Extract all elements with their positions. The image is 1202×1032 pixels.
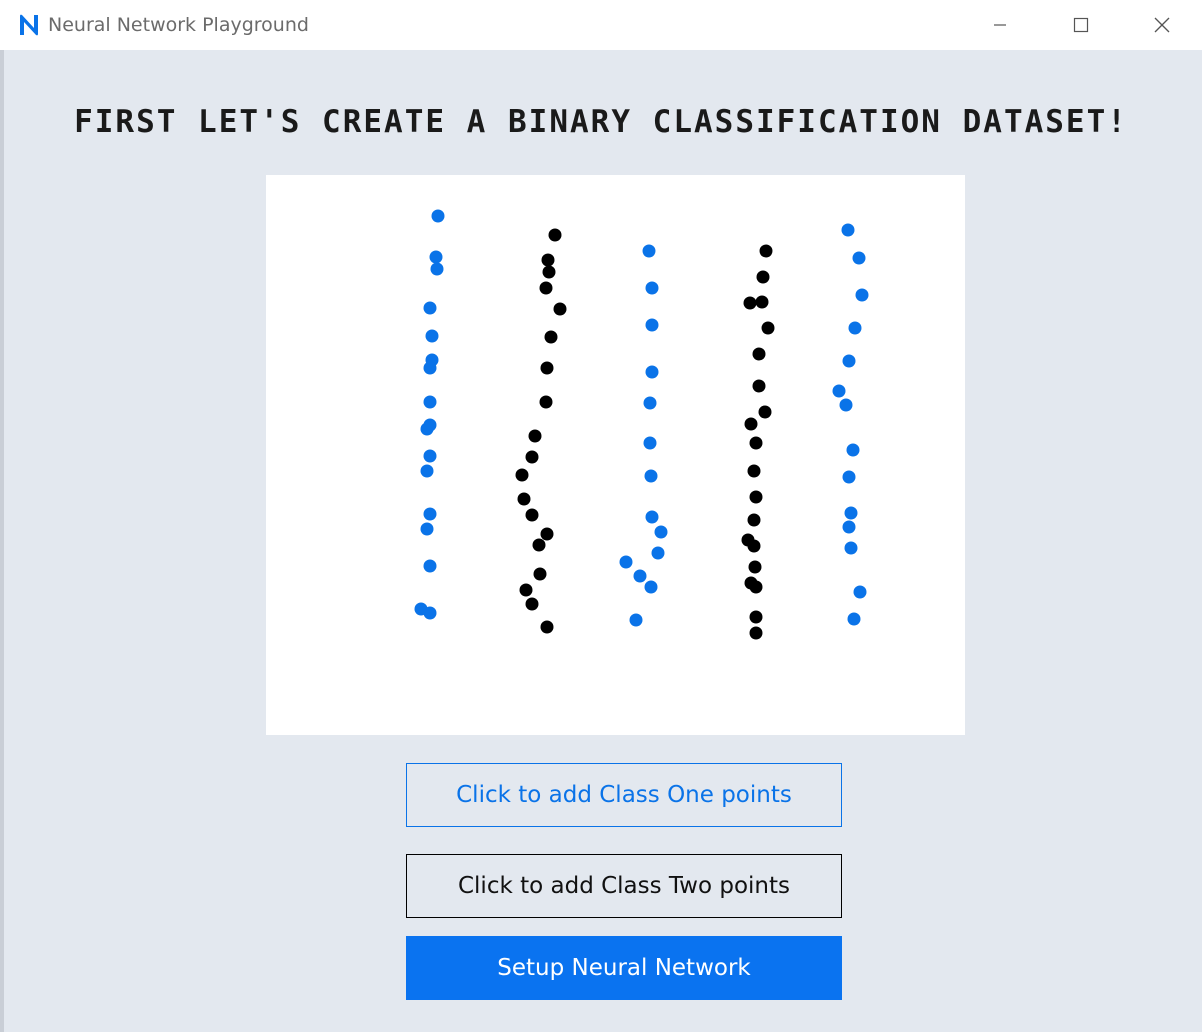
class-one-point <box>645 318 659 332</box>
class-two-point <box>752 379 766 393</box>
minimize-button[interactable] <box>960 0 1040 50</box>
class-one-point <box>431 209 445 223</box>
dataset-canvas[interactable] <box>266 175 965 735</box>
class-one-point <box>842 470 856 484</box>
class-two-point <box>541 253 555 267</box>
add-class-two-button[interactable]: Click to add Class Two points <box>406 854 842 918</box>
class-one-point <box>420 522 434 536</box>
class-one-point <box>842 520 856 534</box>
class-two-point <box>743 296 757 310</box>
class-one-point <box>642 244 656 258</box>
close-icon <box>1154 17 1170 33</box>
class-two-point <box>533 567 547 581</box>
class-one-point <box>423 507 437 521</box>
maximize-icon <box>1073 17 1089 33</box>
class-two-point <box>752 347 766 361</box>
class-two-point <box>542 265 556 279</box>
class-one-point <box>654 525 668 539</box>
add-class-one-button[interactable]: Click to add Class One points <box>406 763 842 827</box>
class-one-point <box>644 469 658 483</box>
setup-neural-network-button[interactable]: Setup Neural Network <box>406 936 842 1000</box>
title-bar[interactable]: Neural Network Playground <box>0 0 1202 50</box>
class-two-point <box>755 295 769 309</box>
class-two-point <box>747 513 761 527</box>
class-two-point <box>759 244 773 258</box>
class-two-point <box>749 580 763 594</box>
class-two-point <box>553 302 567 316</box>
class-one-point <box>855 288 869 302</box>
class-one-point <box>643 396 657 410</box>
class-one-point <box>423 301 437 315</box>
class-one-point <box>423 559 437 573</box>
class-two-point <box>548 228 562 242</box>
class-two-point <box>747 539 761 553</box>
class-one-point <box>619 555 633 569</box>
minimize-icon <box>993 18 1007 32</box>
class-two-point <box>540 527 554 541</box>
class-two-point <box>761 321 775 335</box>
class-one-point <box>425 329 439 343</box>
window-title: Neural Network Playground <box>48 14 309 36</box>
class-one-point <box>633 569 647 583</box>
class-one-point <box>841 223 855 237</box>
class-one-point <box>839 398 853 412</box>
class-one-point <box>629 613 643 627</box>
class-one-point <box>645 281 659 295</box>
class-one-point <box>420 464 434 478</box>
class-two-point <box>539 395 553 409</box>
class-two-point <box>539 281 553 295</box>
class-two-point <box>528 429 542 443</box>
class-one-point <box>852 251 866 265</box>
class-two-point <box>749 490 763 504</box>
class-one-point <box>644 580 658 594</box>
class-two-point <box>758 405 772 419</box>
page-heading: FIRST LET'S CREATE A BINARY CLASSIFICATI… <box>74 104 1128 140</box>
maximize-button[interactable] <box>1041 0 1121 50</box>
class-two-point <box>532 538 546 552</box>
class-two-point <box>540 361 554 375</box>
class-two-point <box>517 492 531 506</box>
class-one-point <box>430 262 444 276</box>
class-one-point <box>420 422 434 436</box>
class-two-point <box>749 626 763 640</box>
class-one-point <box>651 546 665 560</box>
class-one-point <box>423 606 437 620</box>
class-two-point <box>748 560 762 574</box>
class-one-point <box>847 612 861 626</box>
class-one-point <box>844 541 858 555</box>
class-two-point <box>519 583 533 597</box>
class-one-point <box>844 506 858 520</box>
class-two-point <box>747 464 761 478</box>
class-two-point <box>525 508 539 522</box>
class-one-point <box>423 361 437 375</box>
class-two-point <box>515 468 529 482</box>
class-one-point <box>832 384 846 398</box>
class-two-point <box>525 597 539 611</box>
app-n-icon <box>18 13 40 37</box>
class-one-point <box>423 395 437 409</box>
class-two-point <box>744 417 758 431</box>
app-window: Neural Network Playground FIRST LET'S CR… <box>0 0 1202 1032</box>
class-one-point <box>429 250 443 264</box>
class-one-point <box>853 585 867 599</box>
class-one-point <box>842 354 856 368</box>
close-button[interactable] <box>1122 0 1202 50</box>
class-one-point <box>645 510 659 524</box>
class-one-point <box>423 449 437 463</box>
class-two-point <box>749 436 763 450</box>
points-plot <box>414 209 869 640</box>
class-one-point <box>643 436 657 450</box>
class-two-point <box>756 270 770 284</box>
class-two-point <box>544 330 558 344</box>
class-one-point <box>848 321 862 335</box>
class-one-point <box>846 443 860 457</box>
class-two-point <box>540 620 554 634</box>
window-left-edge <box>0 50 4 1032</box>
class-one-point <box>645 365 659 379</box>
class-two-point <box>525 450 539 464</box>
class-two-point <box>749 610 763 624</box>
